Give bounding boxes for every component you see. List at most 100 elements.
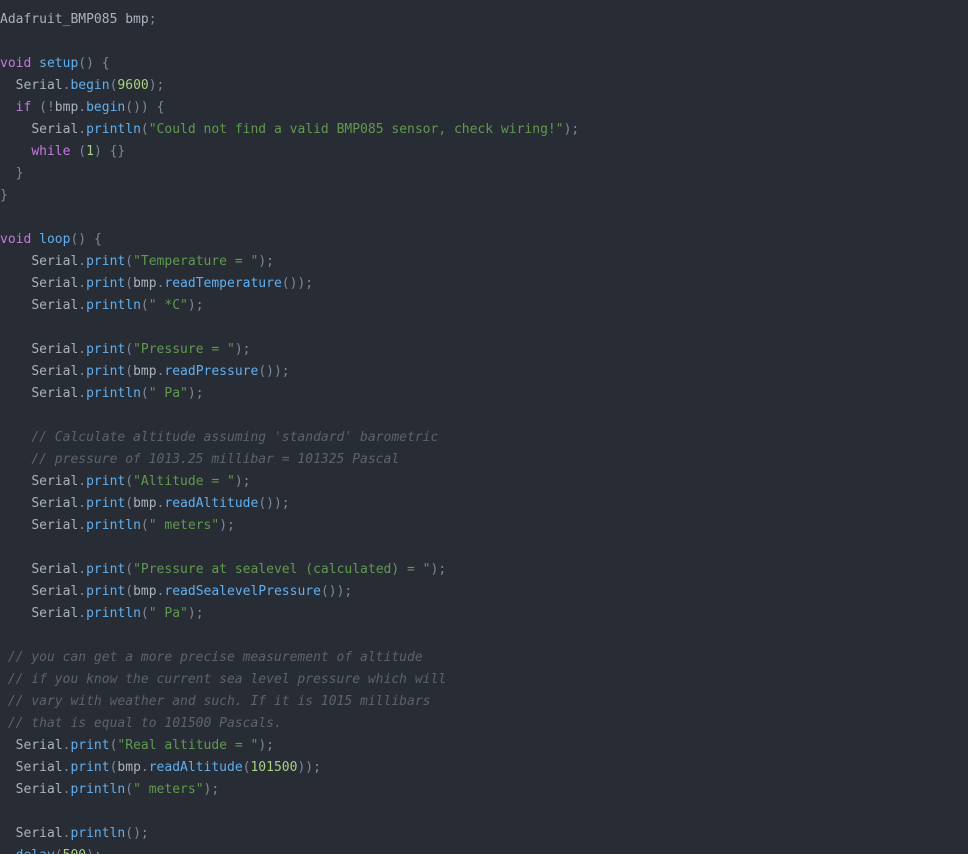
- token-punct: ()): [125, 100, 149, 115]
- token-ident: Serial: [31, 584, 79, 599]
- code-line[interactable]: Serial.begin(9600);: [0, 75, 968, 97]
- code-lines-container[interactable]: Adafruit_BMP085 bmp; void setup() { Seri…: [0, 0, 968, 854]
- token-punct: );: [86, 848, 102, 854]
- token-punct: .: [78, 584, 87, 599]
- token-ident: Serial: [31, 276, 79, 291]
- token-ident: Serial: [15, 760, 63, 775]
- token-string: " *C": [148, 298, 188, 313]
- code-line[interactable]: Serial.println(" meters");: [0, 515, 968, 537]
- token-punct: );: [234, 342, 251, 357]
- token-ident: Serial: [31, 364, 79, 379]
- token-comment: // vary with weather and such. If it is …: [7, 694, 431, 709]
- code-line[interactable]: if (!bmp.begin()) {: [0, 97, 968, 119]
- token-ident: bmp: [133, 364, 157, 379]
- token-ident: Serial: [31, 474, 79, 489]
- code-line[interactable]: // if you know the current sea level pre…: [0, 669, 968, 691]
- code-line[interactable]: Serial.print(bmp.readAltitude());: [0, 493, 968, 515]
- code-line[interactable]: // vary with weather and such. If it is …: [0, 691, 968, 713]
- token-keyword: while: [31, 144, 71, 159]
- code-line[interactable]: [0, 317, 968, 339]
- token-punct: (: [140, 298, 149, 313]
- token-punct: .: [140, 760, 149, 775]
- code-line[interactable]: // you can get a more precise measuremen…: [0, 647, 968, 669]
- code-line[interactable]: void setup() {: [0, 53, 968, 75]
- token-punct: .: [78, 364, 87, 379]
- token-func: print: [70, 738, 110, 753]
- token-punct: );: [187, 298, 204, 313]
- token-ident: bmp: [125, 12, 149, 27]
- token-punct: (: [140, 606, 149, 621]
- token-punct: .: [78, 276, 87, 291]
- token-string: "Real altitude = ": [117, 738, 259, 753]
- code-line[interactable]: Serial.print("Real altitude = ");: [0, 735, 968, 757]
- token-keyword: if: [15, 100, 32, 115]
- token-punct: );: [187, 386, 204, 401]
- token-ident: Adafruit_BMP085: [0, 12, 118, 27]
- code-line[interactable]: Serial.println(" Pa");: [0, 603, 968, 625]
- code-line[interactable]: Adafruit_BMP085 bmp;: [0, 9, 968, 31]
- token-punct: );: [203, 782, 220, 797]
- token-comment: // that is equal to 101500 Pascals.: [7, 716, 282, 731]
- code-line[interactable]: [0, 537, 968, 559]
- token-punct: (): [78, 56, 94, 71]
- code-line[interactable]: Serial.println(" Pa");: [0, 383, 968, 405]
- token-punct: ());: [258, 496, 290, 511]
- code-line[interactable]: // Calculate altitude assuming 'standard…: [0, 427, 968, 449]
- code-editor[interactable]: Adafruit_BMP085 bmp; void setup() { Seri…: [0, 0, 968, 854]
- token-ident: Serial: [31, 386, 79, 401]
- token-punct: (: [78, 144, 87, 159]
- code-line[interactable]: while (1) {}: [0, 141, 968, 163]
- token-keyword: void: [0, 232, 32, 247]
- token-punct: (: [140, 122, 149, 137]
- token-punct: (: [55, 848, 63, 854]
- code-line[interactable]: }: [0, 185, 968, 207]
- token-func: println: [86, 122, 141, 137]
- code-line[interactable]: Serial.print(bmp.readPressure());: [0, 361, 968, 383]
- token-number: 101500: [250, 760, 298, 775]
- token-punct: }: [0, 188, 8, 203]
- token-punct: ());: [281, 276, 314, 291]
- code-line[interactable]: void loop() {: [0, 229, 968, 251]
- code-line[interactable]: [0, 31, 968, 53]
- token-comment: // if you know the current sea level pre…: [7, 672, 447, 687]
- code-line[interactable]: // pressure of 1013.25 millibar = 101325…: [0, 449, 968, 471]
- code-line[interactable]: delay(500);: [0, 845, 968, 854]
- token-ident: bmp: [133, 276, 157, 291]
- token-ident: Serial: [31, 122, 79, 137]
- token-func: print: [86, 496, 126, 511]
- token-ident: Serial: [15, 78, 63, 93]
- code-line[interactable]: Serial.print("Pressure at sealevel (calc…: [0, 559, 968, 581]
- code-line[interactable]: Serial.print("Pressure = ");: [0, 339, 968, 361]
- token-comment: // Calculate altitude assuming 'standard…: [31, 430, 439, 445]
- code-line[interactable]: Serial.println("Could not find a valid B…: [0, 119, 968, 141]
- token-func: setup: [39, 56, 79, 71]
- code-line[interactable]: Serial.println(" meters");: [0, 779, 968, 801]
- token-func: println: [86, 606, 141, 621]
- token-punct: .: [78, 518, 87, 533]
- code-line[interactable]: // that is equal to 101500 Pascals.: [0, 713, 968, 735]
- code-line[interactable]: Serial.print(bmp.readTemperature());: [0, 273, 968, 295]
- token-ident: bmp: [133, 584, 157, 599]
- token-punct: );: [234, 474, 251, 489]
- token-punct: ;: [148, 12, 157, 27]
- token-punct: );: [219, 518, 235, 533]
- code-line[interactable]: Serial.print("Temperature = ");: [0, 251, 968, 273]
- code-line[interactable]: [0, 207, 968, 229]
- code-line[interactable]: Serial.print(bmp.readAltitude(101500));: [0, 757, 968, 779]
- token-punct: }: [15, 166, 24, 181]
- token-func: print: [70, 760, 110, 775]
- token-number: 9600: [117, 78, 149, 93]
- token-func: delay: [16, 848, 55, 854]
- code-line[interactable]: Serial.print(bmp.readSealevelPressure())…: [0, 581, 968, 603]
- token-func: readAltitude: [148, 760, 243, 775]
- code-line[interactable]: [0, 625, 968, 647]
- code-line[interactable]: Serial.print("Altitude = ");: [0, 471, 968, 493]
- code-line[interactable]: [0, 405, 968, 427]
- code-line[interactable]: }: [0, 163, 968, 185]
- code-line[interactable]: [0, 801, 968, 823]
- token-punct: (: [140, 386, 149, 401]
- code-line[interactable]: Serial.println(" *C");: [0, 295, 968, 317]
- token-comment: // pressure of 1013.25 millibar = 101325…: [31, 452, 400, 467]
- code-line[interactable]: Serial.println();: [0, 823, 968, 845]
- token-ident: Serial: [31, 496, 79, 511]
